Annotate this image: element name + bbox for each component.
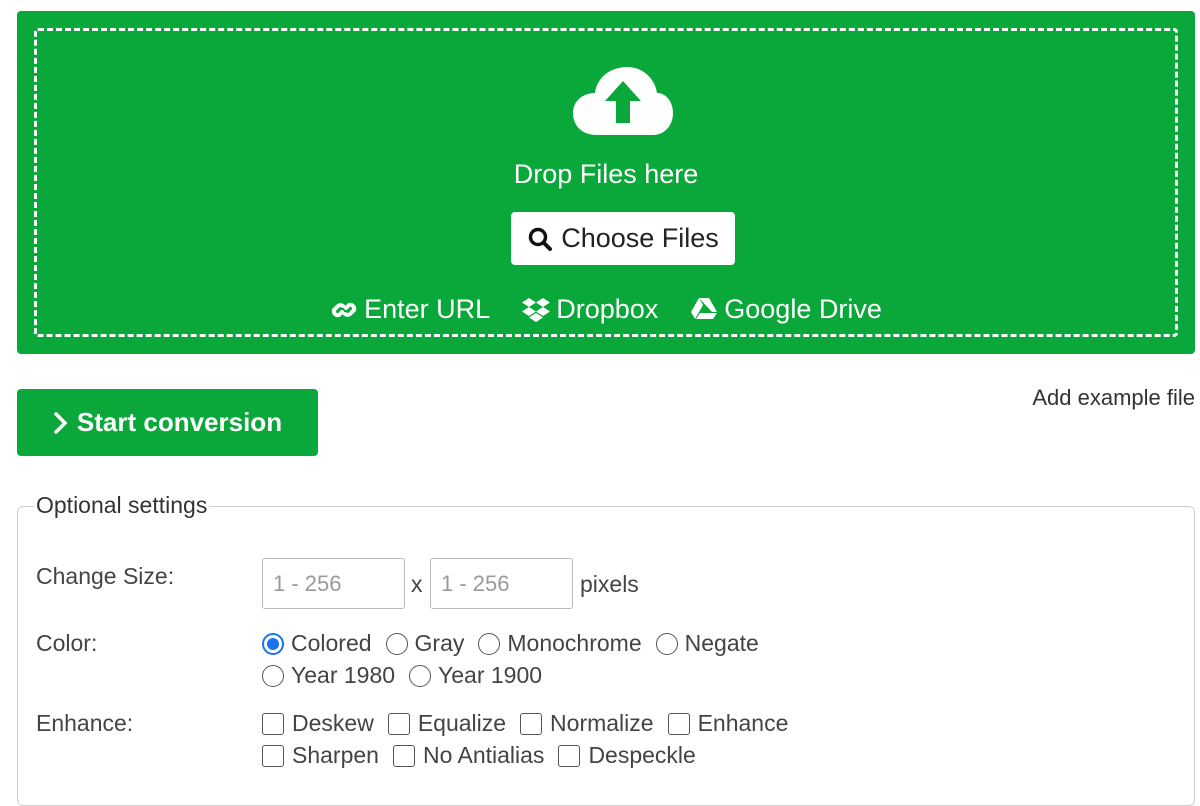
size-separator: x [411,571,423,597]
start-conversion-label: Start conversion [76,407,283,437]
height-input[interactable] [430,558,573,609]
checkbox[interactable] [392,744,415,767]
google-drive-link[interactable]: Google Drive [690,294,882,325]
option-label: Gray [414,630,465,656]
enhance-option-enhance[interactable]: Enhance [667,710,789,737]
radio-button[interactable] [409,664,432,687]
option-label: Year 1980 [291,662,396,688]
option-label: Deskew [292,710,374,736]
choose-files-button[interactable]: Choose Files [511,212,735,265]
drop-files-text: Drop Files here [513,159,699,189]
option-label: Equalize [417,710,507,736]
enter-url-link[interactable]: Enter URL [330,294,490,325]
radio-button[interactable] [478,632,501,655]
link-icon [331,302,357,317]
enter-url-label: Enter URL [364,294,491,324]
checkbox[interactable] [558,744,581,767]
checkbox[interactable] [387,712,410,735]
option-label: Sharpen [292,742,379,768]
optional-settings-legend: Optional settings [34,492,210,519]
enhance-options-row-1: Deskew Equalize Normalize Enhance [262,710,802,737]
checkbox[interactable] [520,712,543,735]
radio-button[interactable] [262,664,284,687]
upload-sources: Enter URL Dropbox Google Drive [17,294,1195,325]
color-options-row-2: Year 1980 Year 1900 [262,662,556,689]
color-option-monochrome[interactable]: Monochrome [478,630,642,657]
add-example-file-link[interactable]: Add example file [1032,385,1195,411]
enhance-option-deskew[interactable]: Deskew [262,710,374,737]
google-drive-icon [691,297,718,319]
color-option-year-1900[interactable]: Year 1900 [409,662,542,689]
choose-files-label: Choose Files [561,223,719,253]
option-label: Year 1900 [438,662,543,688]
option-label: Despeckle [588,742,696,768]
enhance-option-no-antialias[interactable]: No Antialias [392,742,545,769]
width-input[interactable] [262,558,405,609]
color-option-negate[interactable]: Negate [655,630,759,657]
option-label: Negate [684,630,759,656]
change-size-label: Change Size: [36,563,175,589]
enhance-option-equalize[interactable]: Equalize [387,710,507,737]
option-label: Normalize [550,710,654,736]
cloud-upload-icon [573,67,673,135]
color-options-row-1: Colored Gray Monochrome Negate [262,630,773,657]
option-label: No Antialias [422,742,545,768]
chevron-right-icon [54,411,67,434]
enhance-options-row-2: Sharpen No Antialias Despeckle [262,742,710,769]
enhance-option-sharpen[interactable]: Sharpen [262,742,379,769]
color-option-year-1980[interactable]: Year 1980 [262,662,395,689]
enhance-option-normalize[interactable]: Normalize [520,710,654,737]
dropbox-icon [522,297,551,322]
size-unit-label: pixels [580,571,639,597]
dropbox-link[interactable]: Dropbox [522,294,658,325]
option-label: Monochrome [507,630,642,656]
file-drop-zone[interactable]: Drop Files here Choose Files Enter URL D… [17,11,1195,354]
radio-button[interactable] [655,632,678,655]
color-option-gray[interactable]: Gray [385,630,465,657]
radio-button[interactable] [385,632,408,655]
enhance-option-despeckle[interactable]: Despeckle [558,742,696,769]
checkbox[interactable] [667,712,690,735]
option-label: Colored [291,630,372,656]
google-drive-label: Google Drive [724,294,882,324]
enhance-label: Enhance: [36,710,134,736]
radio-button[interactable] [262,632,284,655]
color-label: Color: [36,630,98,656]
dropbox-label: Dropbox [556,294,659,324]
color-option-colored[interactable]: Colored [262,630,372,657]
search-icon [528,227,553,251]
checkbox[interactable] [262,712,284,735]
option-label: Enhance [697,710,789,736]
start-conversion-button[interactable]: Start conversion [17,389,318,456]
checkbox[interactable] [262,744,284,767]
